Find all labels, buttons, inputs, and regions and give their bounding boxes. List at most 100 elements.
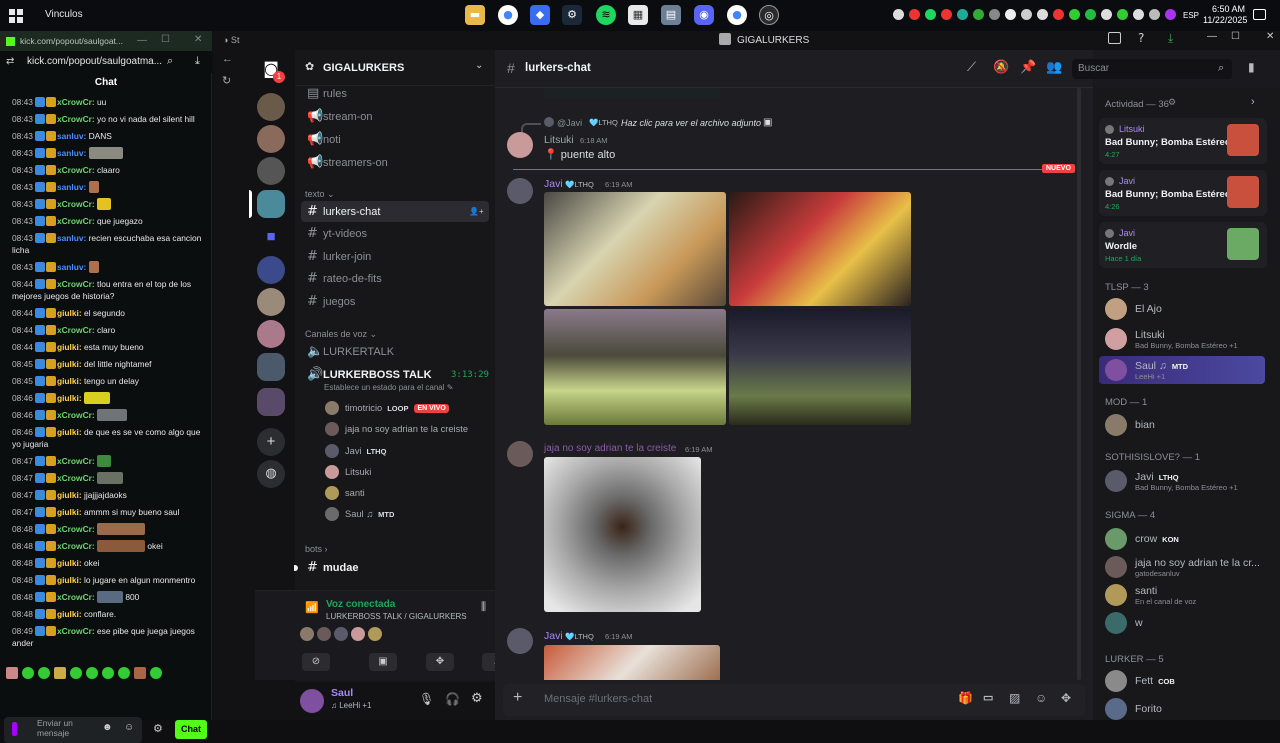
channel-rateo-de-fits[interactable]: # rateo-de-fits <box>301 268 489 289</box>
site-info-icon[interactable]: ⇄ <box>6 56 14 67</box>
server-icon[interactable] <box>257 157 285 185</box>
message-username[interactable]: xCrowCr: <box>57 199 95 209</box>
channel-mudae[interactable]: # mudae <box>301 557 489 578</box>
kick-url[interactable]: kick.com/popout/saulgoatma... <box>27 56 162 67</box>
server-icon[interactable] <box>257 320 285 348</box>
microphone-icon[interactable] <box>12 722 17 736</box>
emoji-icon[interactable]: ☺ <box>124 722 134 733</box>
emote-icon[interactable] <box>118 667 130 679</box>
member-item[interactable]: Forito <box>1105 698 1162 720</box>
member-list-icon[interactable]: 👥 <box>1046 60 1062 75</box>
emote-picker-icon[interactable]: ☻ <box>102 722 113 733</box>
channel-yt-videos[interactable]: # yt-videos <box>301 223 489 244</box>
obs-icon[interactable]: ◎ <box>759 5 779 25</box>
back-icon[interactable]: ← <box>222 53 233 65</box>
emote-icon[interactable] <box>86 667 98 679</box>
message-username[interactable]: xCrowCr: <box>57 456 95 466</box>
member-item[interactable]: Fett COB <box>1105 670 1175 692</box>
minimize-icon[interactable]: — <box>137 35 147 46</box>
minimize-icon[interactable]: — <box>1207 31 1217 42</box>
copilot-icon[interactable]: ◆ <box>530 5 550 25</box>
server-gigalurkers-icon[interactable] <box>257 190 285 218</box>
search-icon[interactable]: ⌕ <box>167 54 173 68</box>
server-icon[interactable] <box>257 288 285 316</box>
activity-card[interactable]: Litsuki Bad Bunny; Bomba Estéreo 4:27 <box>1099 118 1267 164</box>
inbox-icon[interactable] <box>1108 32 1121 44</box>
message-username[interactable]: xCrowCr: <box>57 473 95 483</box>
message-username[interactable]: xCrowCr: <box>57 410 95 420</box>
message-username[interactable]: xCrowCr: <box>57 114 95 124</box>
voice-connected-path[interactable]: LURKERBOSS TALK / GIGALURKERS <box>326 612 467 621</box>
message-username[interactable]: giulki: <box>57 609 82 619</box>
attachment-image[interactable] <box>544 457 701 612</box>
channel-streamers-on[interactable]: 📢 streamers-on <box>301 152 489 173</box>
message-username[interactable]: sanluv: <box>57 262 86 272</box>
kick-send-button[interactable]: Chat <box>175 720 207 739</box>
channel-lurkers-chat[interactable]: # lurkers-chat 👤+ <box>301 201 489 222</box>
settings-gear-icon[interactable]: ⚙ <box>1168 98 1176 108</box>
voice-user[interactable]: Litsuki <box>325 465 371 479</box>
close-icon[interactable]: ✕ <box>1266 31 1274 42</box>
message-username[interactable]: xCrowCr: <box>57 279 95 289</box>
spotify-icon[interactable]: ≋ <box>596 5 616 25</box>
message-username[interactable]: xCrowCr: <box>57 325 95 335</box>
voice-channel-lurkertalk[interactable]: 🔈 LURKERTALK <box>301 341 489 362</box>
tray-icon[interactable] <box>1021 9 1032 20</box>
emote-icon[interactable] <box>134 667 146 679</box>
avatar[interactable] <box>507 132 533 158</box>
add-server-icon[interactable]: + <box>257 428 285 456</box>
reply-text[interactable]: Haz clic para ver el archivo adjunto <box>621 118 761 128</box>
noise-suppression-icon[interactable]: ⫼ <box>481 601 486 614</box>
server-icon[interactable] <box>257 125 285 153</box>
invite-icon[interactable]: 👤+ <box>469 207 484 216</box>
tray-icon[interactable] <box>1005 9 1016 20</box>
channel-rules[interactable]: ▤ rules <box>301 83 489 104</box>
message-username[interactable]: sanluv: <box>57 233 86 243</box>
emote-icon[interactable] <box>38 667 50 679</box>
category-bots[interactable]: bots › <box>305 544 328 554</box>
download-icon[interactable]: ⤓ <box>195 54 200 68</box>
member-item[interactable]: crow KON <box>1105 528 1179 550</box>
voice-user[interactable]: Javi LTHQ <box>325 444 386 458</box>
server-icon[interactable] <box>257 256 285 284</box>
avatar[interactable] <box>507 441 533 467</box>
member-item[interactable]: El Ajo <box>1105 298 1162 320</box>
voice-user[interactable]: jaja no soy adrian te la creiste <box>325 422 468 436</box>
close-icon[interactable]: ✕ <box>194 34 202 45</box>
message-author[interactable]: Javi <box>544 630 563 642</box>
emote-icon[interactable] <box>6 667 18 679</box>
camera-off-button[interactable]: ⊘ <box>302 653 330 671</box>
tray-icon[interactable] <box>893 9 904 20</box>
message-username[interactable]: sanluv: <box>57 148 86 158</box>
message-username[interactable]: xCrowCr: <box>57 626 95 636</box>
tray-icon[interactable] <box>1069 9 1080 20</box>
maximize-icon[interactable]: ☐ <box>161 34 170 45</box>
screen-share-button[interactable]: ▣ <box>369 653 397 671</box>
tray-icon[interactable] <box>957 9 968 20</box>
message-username[interactable]: giulki: <box>57 376 82 386</box>
app-icon[interactable]: ▤ <box>661 5 681 25</box>
voice-connected-label[interactable]: Voz conectada <box>326 599 395 610</box>
pin-icon[interactable]: 📌 <box>1020 60 1036 75</box>
message-username[interactable]: giulki: <box>57 393 82 403</box>
channel-lurker-join[interactable]: # lurker-join <box>301 246 489 267</box>
message-username[interactable]: xCrowCr: <box>57 524 95 534</box>
member-item[interactable]: Saul ♫ MTD LeeHi +1 <box>1099 356 1265 384</box>
gif-icon[interactable]: ▭ <box>983 691 993 704</box>
server-icon[interactable] <box>257 93 285 121</box>
member-item[interactable]: bian <box>1105 414 1155 436</box>
maximize-icon[interactable]: ☐ <box>1231 31 1240 42</box>
server-header[interactable]: ✿ GIGALURKERS ⌄ <box>295 50 495 86</box>
wifi-icon[interactable] <box>1149 9 1160 20</box>
tray-icon[interactable] <box>973 9 984 20</box>
tray-icon[interactable] <box>1053 9 1064 20</box>
avatar[interactable] <box>334 627 348 641</box>
server-folder-icon[interactable] <box>257 388 285 416</box>
tray-icon[interactable] <box>1117 9 1128 20</box>
tray-icon[interactable] <box>941 9 952 20</box>
attach-plus-icon[interactable]: + <box>513 689 522 707</box>
message-author[interactable]: Litsuki <box>544 134 574 146</box>
tray-spotify-icon[interactable] <box>925 9 936 20</box>
message-username[interactable]: giulki: <box>57 359 82 369</box>
member-item[interactable]: Javi LTHQ Bad Bunny, Bomba Estéreo +1 <box>1105 470 1238 492</box>
